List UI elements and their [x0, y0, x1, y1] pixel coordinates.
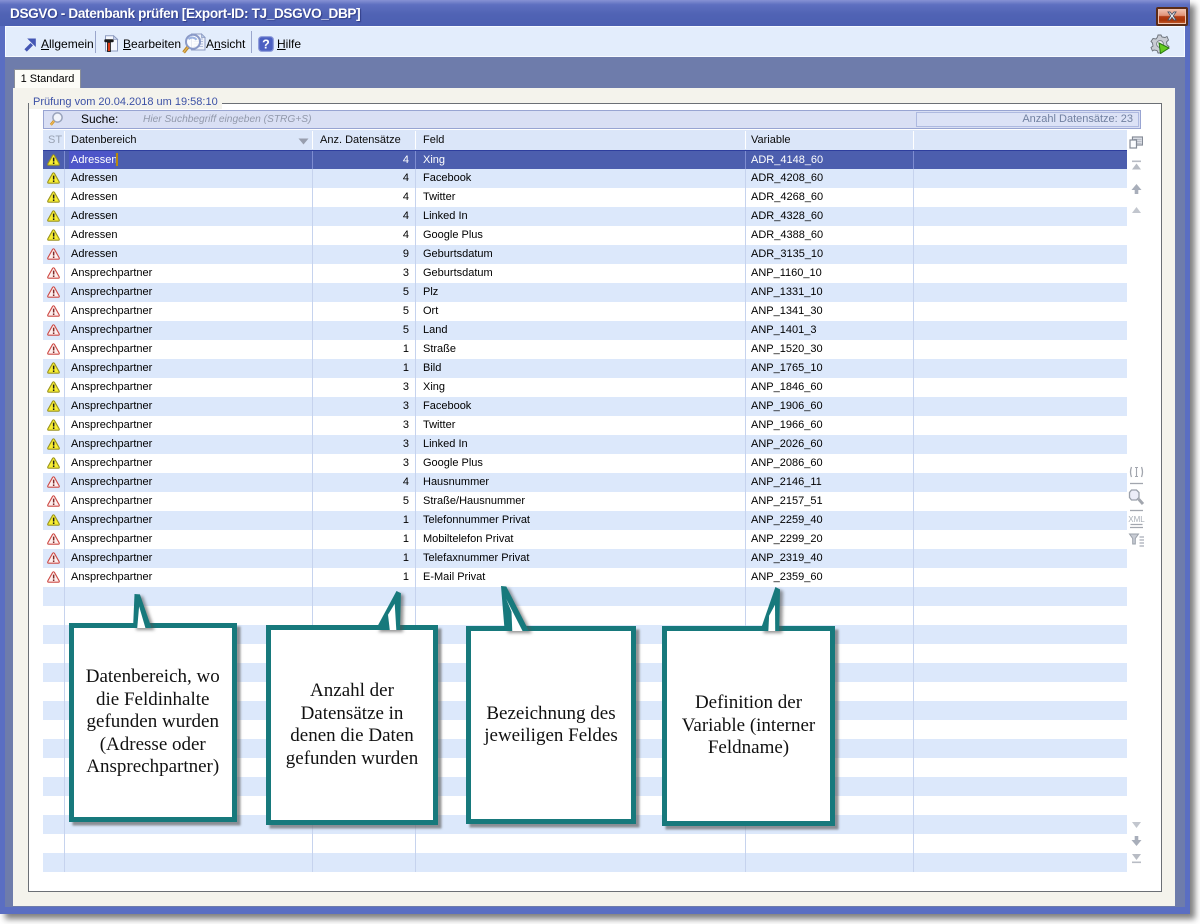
svg-text:XML: XML [1128, 515, 1145, 524]
svg-text:?: ? [262, 38, 270, 52]
